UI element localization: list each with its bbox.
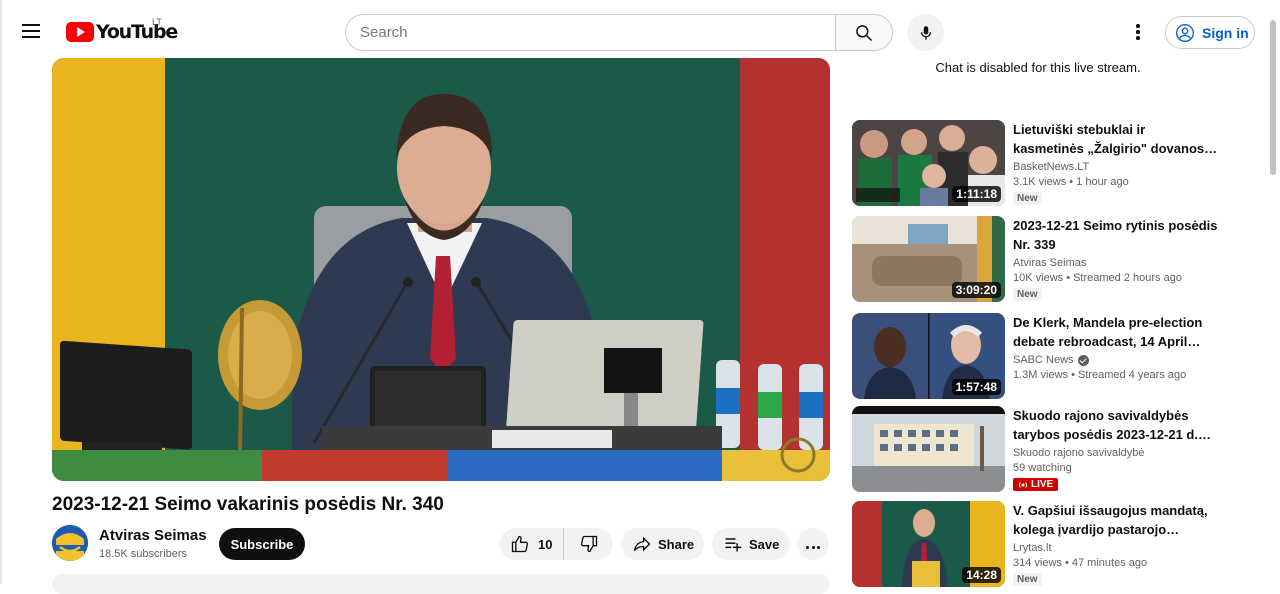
- channel-avatar[interactable]: [52, 525, 88, 561]
- video-details: Lietuviški stebuklai ir kasmetinės „Žalg…: [1013, 120, 1218, 206]
- channel-name[interactable]: Atviras Seimas: [99, 527, 207, 544]
- play-logo-icon: [66, 22, 94, 42]
- live-broadcast-icon: [1018, 481, 1028, 488]
- more-actions-button[interactable]: [797, 528, 829, 560]
- logo-text: YouTube: [96, 21, 178, 43]
- chat-disabled-notice: Chat is disabled for this live stream.: [935, 60, 1141, 75]
- verified-check-icon: [1077, 354, 1089, 366]
- share-button[interactable]: Share: [621, 528, 704, 560]
- view-stats: 3.1K views • 1 hour ago: [1013, 176, 1129, 188]
- video-details: Skuodo rajono savivaldybės tarybos posėd…: [1013, 406, 1218, 495]
- video-title[interactable]: 2023-12-21 Seimo rytinis posėdis Nr. 339: [1013, 216, 1218, 254]
- channel-label[interactable]: BasketNews.LT: [1013, 161, 1089, 173]
- video-title[interactable]: De Klerk, Mandela pre-election debate re…: [1013, 313, 1218, 351]
- video-duration: 3:09:20: [951, 282, 1001, 298]
- like-dislike-group: 10: [500, 528, 613, 560]
- playlist-add-icon: [725, 538, 742, 552]
- channel-label[interactable]: Lrytas.lt: [1013, 542, 1052, 554]
- save-button[interactable]: Save: [712, 528, 790, 560]
- search-icon: [856, 24, 873, 41]
- like-button[interactable]: 10: [500, 528, 564, 560]
- view-stats: 314 views • 47 minutes ago: [1013, 557, 1148, 569]
- search-button[interactable]: [835, 14, 893, 51]
- new-badge: New: [1013, 573, 1042, 586]
- menu-icon[interactable]: [22, 20, 46, 44]
- video-title[interactable]: Lietuviški stebuklai ir kasmetinės „Žalg…: [1013, 120, 1218, 158]
- view-stats: 59 watching: [1013, 462, 1072, 474]
- subscriber-count: 18.5K subscribers: [99, 548, 188, 560]
- country-code: LT: [152, 17, 162, 27]
- thumbs-up-icon: [511, 535, 529, 553]
- video-thumbnail[interactable]: 3:09:20: [852, 216, 1005, 302]
- video-duration: 1:11:18: [952, 186, 1001, 202]
- video-thumbnail[interactable]: 14:28: [852, 501, 1005, 587]
- account-icon: [1176, 23, 1194, 42]
- new-badge: New: [1013, 288, 1042, 301]
- voice-search-button[interactable]: [907, 14, 944, 51]
- seimas-logo-icon: [52, 525, 88, 561]
- video-details: De Klerk, Mandela pre-election debate re…: [1013, 313, 1218, 381]
- thumbnail-image: [852, 406, 1005, 492]
- search-input[interactable]: [345, 14, 835, 51]
- view-stats: 1.3M views • Streamed 4 years ago: [1013, 369, 1187, 381]
- view-stats: 10K views • Streamed 2 hours ago: [1013, 272, 1182, 284]
- video-title[interactable]: V. Gapšiui išsaugojus mandatą, kolega įv…: [1013, 501, 1218, 539]
- top-bar: YouTube LT Sign in: [0, 0, 1280, 64]
- save-label: Save: [749, 536, 780, 552]
- recommended-video[interactable]: Skuodo rajono savivaldybės tarybos posėd…: [852, 406, 1224, 494]
- share-label: Share: [658, 536, 695, 552]
- page-scrollbar[interactable]: [1270, 20, 1276, 175]
- channel-label[interactable]: Skuodo rajono savivaldybė: [1013, 447, 1144, 459]
- video-thumbnail[interactable]: [852, 406, 1005, 492]
- channel-name: Lrytas.lt: [1013, 542, 1218, 554]
- recommended-video[interactable]: 3:09:20 2023-12-21 Seimo rytinis posėdis…: [852, 216, 1224, 304]
- recommended-video[interactable]: 1:11:18 Lietuviški stebuklai ir kasmetin…: [852, 120, 1224, 208]
- microphone-icon: [920, 25, 931, 40]
- sign-in-button[interactable]: Sign in: [1165, 16, 1255, 49]
- live-badge: LIVE: [1013, 478, 1059, 491]
- settings-more-icon[interactable]: [1126, 20, 1150, 44]
- video-duration: 14:28: [962, 567, 1001, 583]
- video-thumbnail[interactable]: 1:57:48: [852, 313, 1005, 399]
- description-box[interactable]: [52, 574, 830, 594]
- dislike-button[interactable]: [564, 528, 613, 560]
- thumbs-down-icon: [580, 535, 597, 553]
- channel-name: Atviras Seimas: [1013, 257, 1218, 269]
- recommended-video[interactable]: 1:57:48 De Klerk, Mandela pre-election d…: [852, 313, 1224, 401]
- channel-name: BasketNews.LT: [1013, 161, 1218, 173]
- new-badge: New: [1013, 192, 1042, 205]
- video-duration: 1:57:48: [951, 379, 1001, 395]
- sign-in-label: Sign in: [1202, 24, 1249, 41]
- channel-label[interactable]: SABC News: [1013, 354, 1074, 366]
- channel-name: Skuodo rajono savivaldybė: [1013, 447, 1218, 459]
- video-details: 2023-12-21 Seimo rytinis posėdis Nr. 339…: [1013, 216, 1218, 302]
- more-horizontal-icon: [805, 537, 822, 552]
- share-icon: [633, 536, 651, 552]
- video-details: V. Gapšiui išsaugojus mandatą, kolega įv…: [1013, 501, 1218, 587]
- video-frame-scene: [52, 93, 830, 481]
- subscribe-button[interactable]: Subscribe: [219, 528, 305, 560]
- channel-name: SABC News: [1013, 354, 1218, 366]
- video-player[interactable]: [52, 58, 830, 481]
- like-count: 10: [538, 536, 553, 552]
- recommended-video[interactable]: 14:28 V. Gapšiui išsaugojus mandatą, kol…: [852, 501, 1224, 589]
- video-title[interactable]: Skuodo rajono savivaldybės tarybos posėd…: [1013, 406, 1218, 444]
- search-bar: [345, 14, 893, 51]
- live-label: LIVE: [1031, 479, 1054, 490]
- channel-label[interactable]: Atviras Seimas: [1013, 257, 1086, 269]
- video-title: 2023-12-21 Seimo vakarinis posėdis Nr. 3…: [52, 494, 444, 515]
- video-thumbnail[interactable]: 1:11:18: [852, 120, 1005, 206]
